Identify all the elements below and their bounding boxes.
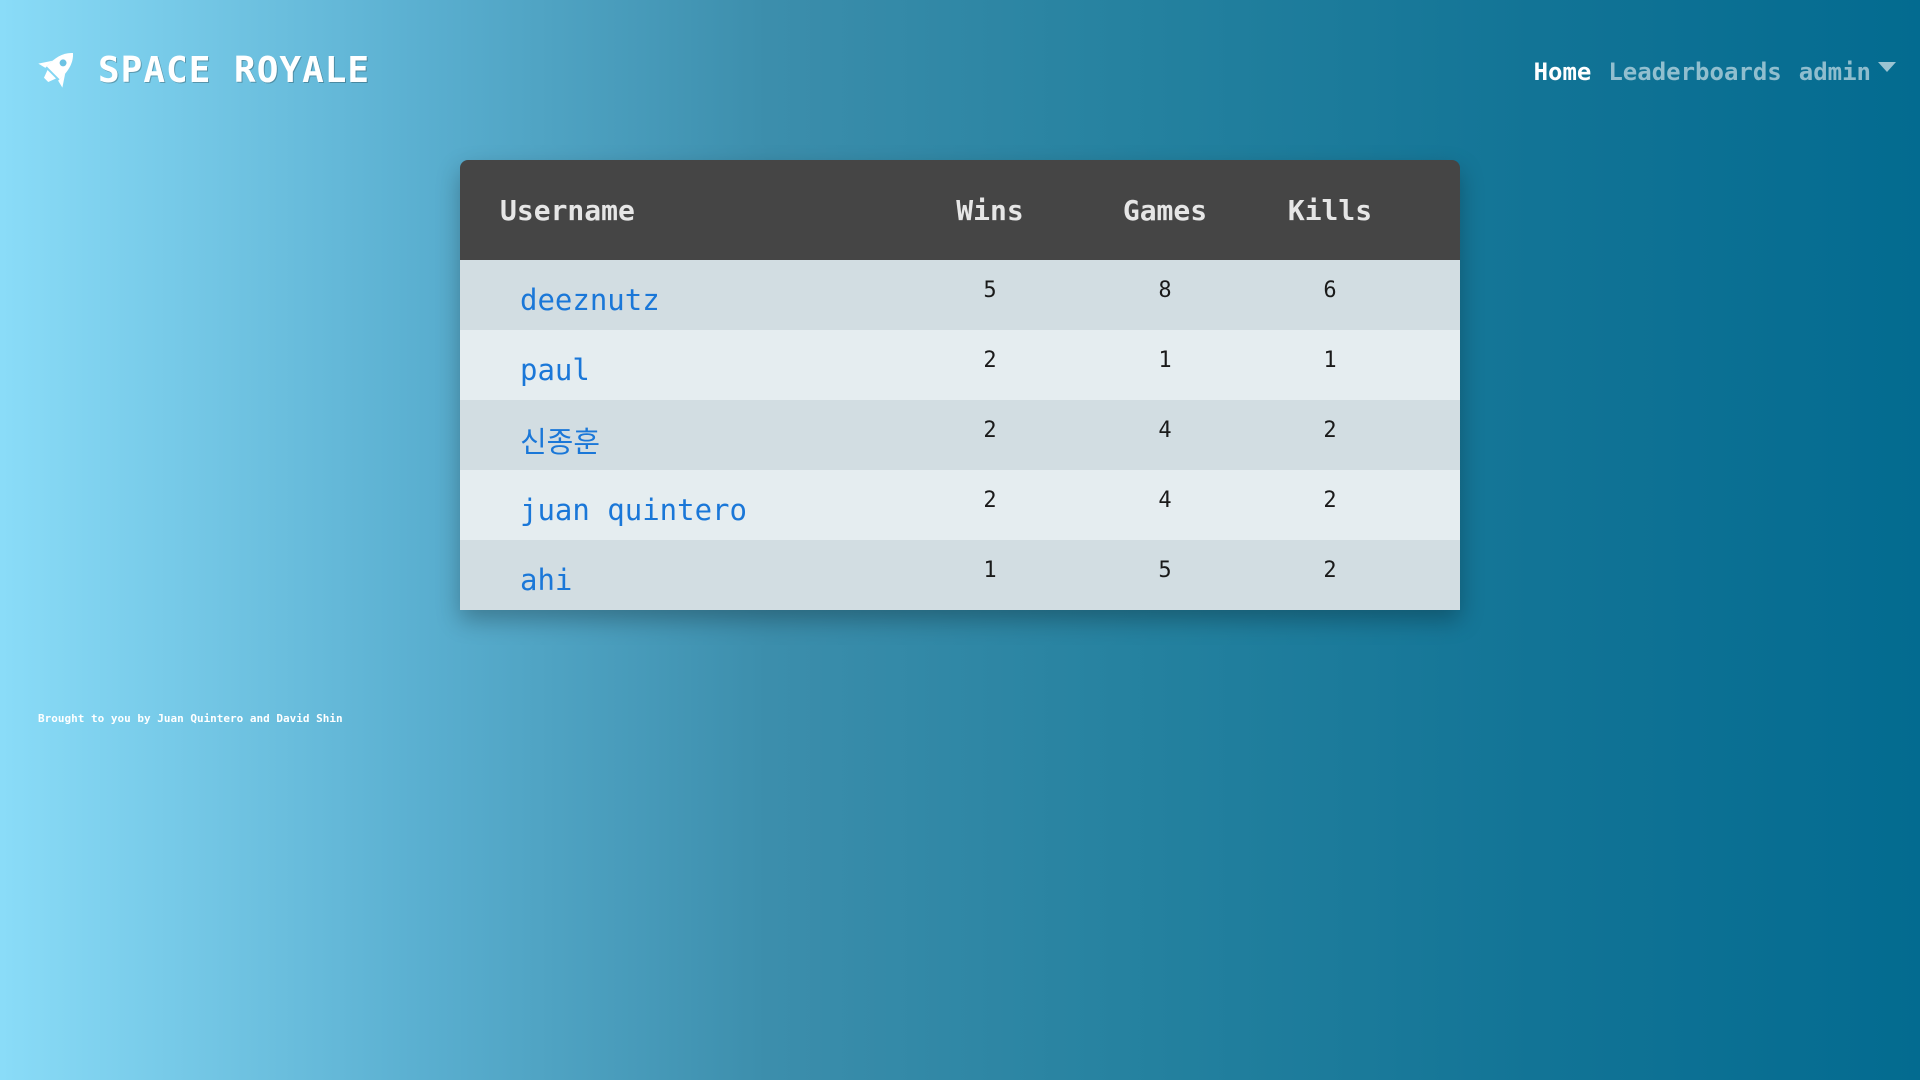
nav-leaderboards-link[interactable]: Leaderboards [1608,58,1781,86]
username-cell: 신종훈 [460,400,890,470]
games-cell: 4 [1158,417,1172,443]
table-row: juan quintero 2 4 2 [460,470,1460,540]
username-link[interactable]: 신종훈 [520,425,600,459]
wins-cell: 2 [983,417,997,443]
rocket-icon [30,44,82,96]
wins-cell: 2 [983,347,997,373]
nav-home-link[interactable]: Home [1534,58,1592,86]
spacer-cell [1420,260,1460,330]
games-cell: 4 [1158,487,1172,513]
spacer-cell [1420,540,1460,610]
brand-link[interactable]: SPACE ROYALE [30,44,370,96]
games-cell: 1 [1158,347,1172,373]
username-cell: paul [460,330,890,400]
leaderboard-table: Username Wins Games Kills deeznutz 5 8 6… [460,160,1460,610]
header-spacer [1420,160,1460,260]
games-cell: 5 [1158,557,1172,583]
username-cell: deeznutz [460,260,890,330]
spacer-cell [1420,330,1460,400]
username-link[interactable]: paul [520,353,590,387]
header-username: Username [500,193,635,227]
kills-cell: 2 [1323,487,1337,513]
wins-cell: 5 [983,277,997,303]
table-row: ahi 1 5 2 [460,540,1460,610]
kills-cell: 2 [1323,417,1337,443]
user-menu-toggle[interactable]: admin [1799,58,1896,86]
table-row: deeznutz 5 8 6 [460,260,1460,330]
spacer-cell [1420,400,1460,470]
wins-cell: 2 [983,487,997,513]
header-kills: Kills [1287,193,1373,227]
username-link[interactable]: ahi [520,563,572,597]
brand-title: SPACE ROYALE [98,49,371,91]
user-menu-label: admin [1798,58,1871,86]
nav-links: Home Leaderboards admin [1517,58,1896,86]
spacer-cell [1420,470,1460,540]
table-row: paul 2 1 1 [460,330,1460,400]
username-link[interactable]: juan quintero [520,493,747,527]
username-link[interactable]: deeznutz [520,283,660,317]
username-cell: juan quintero [460,470,890,540]
kills-cell: 6 [1323,277,1337,303]
footer-credit: Brought to you by Juan Quintero and Davi… [38,712,343,725]
caret-down-icon [1878,62,1896,72]
kills-cell: 1 [1323,347,1337,373]
kills-cell: 2 [1323,557,1337,583]
header-wins: Wins [956,193,1024,227]
table-header-row: Username Wins Games Kills [460,160,1460,260]
wins-cell: 1 [983,557,997,583]
table-row: 신종훈 2 4 2 [460,400,1460,470]
header-games: Games [1122,193,1208,227]
leaderboard-panel: Username Wins Games Kills deeznutz 5 8 6… [460,160,1460,610]
navbar: SPACE ROYALE Home Leaderboards admin [0,0,1920,140]
username-cell: ahi [460,540,890,610]
games-cell: 8 [1158,277,1172,303]
